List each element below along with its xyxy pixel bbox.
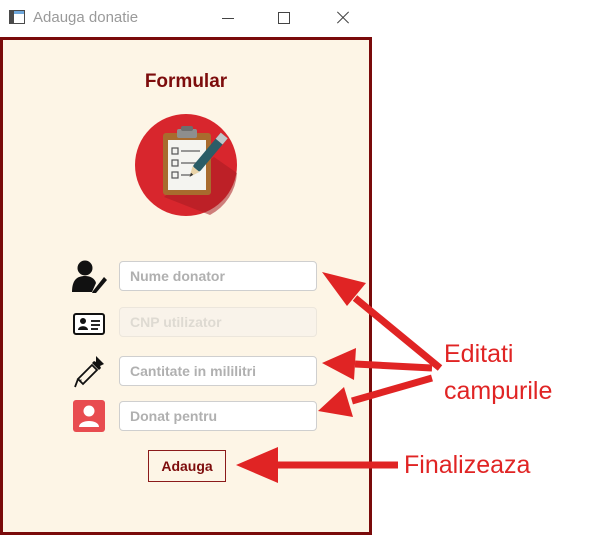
arrow-to-cantitate: [354, 360, 433, 372]
annotation-edit-line1: Editati: [444, 340, 514, 368]
annotation-edit-line2: campurile: [444, 377, 553, 405]
arrow-to-nume-donator: [352, 295, 443, 371]
arrow-to-donat-pentru: [351, 374, 433, 405]
annotation-finalize: Finalizeaza: [404, 451, 531, 479]
